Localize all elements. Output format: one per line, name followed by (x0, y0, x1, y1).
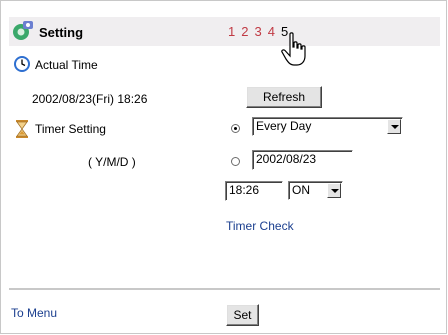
actual-time-label: Actual Time (35, 58, 98, 72)
timer-setting-label: Timer Setting (35, 122, 106, 136)
every-day-radio[interactable] (231, 124, 240, 133)
actual-time-value: 2002/08/23(Fri) 18:26 (32, 92, 148, 106)
specific-date-radio[interactable] (231, 157, 240, 166)
on-off-select-value: ON (292, 183, 310, 197)
page-link-2[interactable]: 2 (241, 24, 248, 39)
footer-divider (9, 288, 440, 290)
hourglass-icon (16, 120, 28, 138)
clock-icon (14, 56, 30, 72)
chevron-down-icon[interactable] (327, 183, 341, 198)
repeat-select-value: Every Day (256, 119, 312, 133)
timer-check-link[interactable]: Timer Check (226, 219, 294, 233)
page-link-4[interactable]: 4 (268, 24, 275, 39)
page-link-1[interactable]: 1 (228, 24, 235, 39)
panel-frame (0, 0, 447, 334)
refresh-button[interactable]: Refresh (246, 86, 322, 108)
page-link-3[interactable]: 3 (254, 24, 261, 39)
set-button[interactable]: Set (226, 304, 259, 326)
to-menu-link[interactable]: To Menu (11, 306, 57, 320)
hand-pointer-icon (281, 32, 306, 66)
on-off-select[interactable]: ON (288, 181, 343, 200)
repeat-select[interactable]: Every Day (252, 117, 403, 136)
chevron-down-icon[interactable] (387, 119, 401, 134)
date-format-hint: ( Y/M/D ) (88, 155, 136, 169)
time-input[interactable]: 18:26 (225, 181, 283, 201)
page-title: Setting (39, 25, 84, 40)
date-input[interactable]: 2002/08/23 (252, 150, 353, 170)
setting-gear-icon (13, 21, 33, 40)
